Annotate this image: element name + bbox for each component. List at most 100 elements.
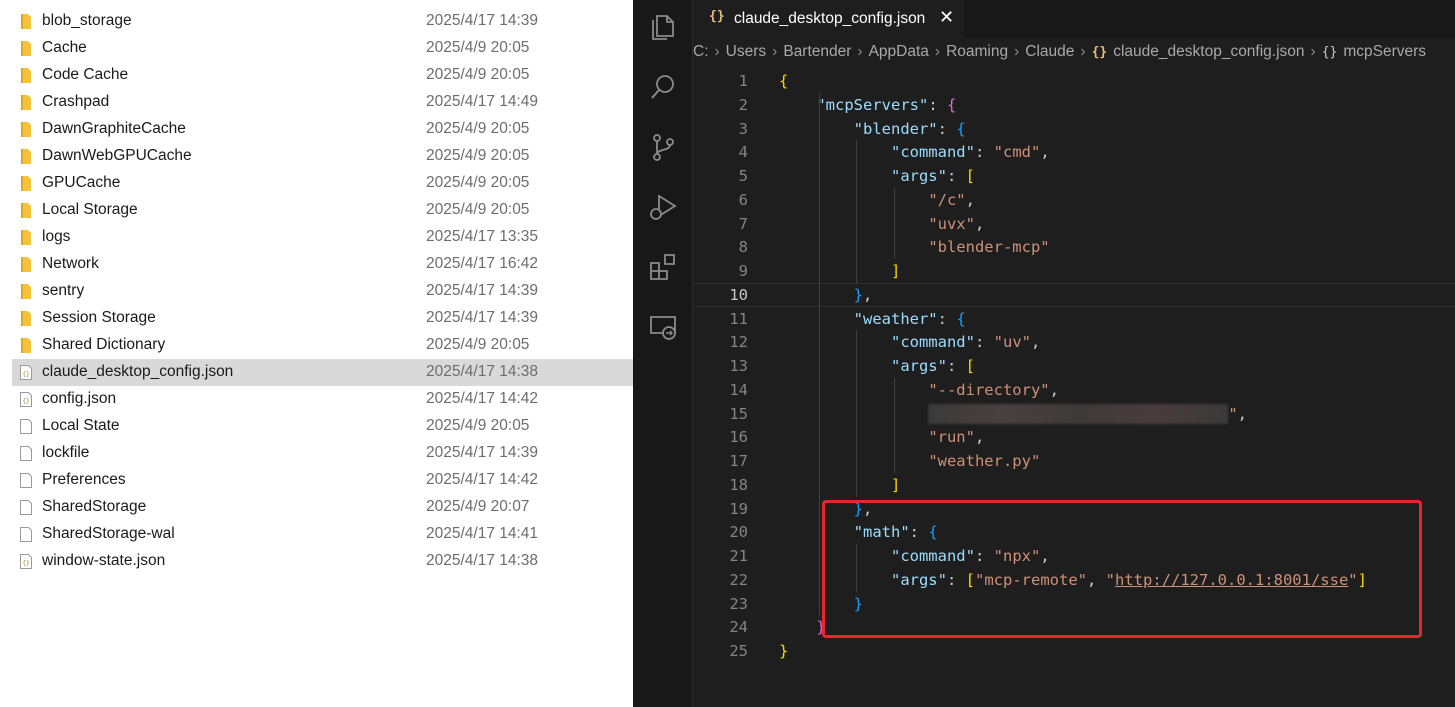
file-row[interactable]: {} claude_desktop_config.json 2025/4/17 14… <box>12 359 633 386</box>
file-icon <box>19 526 33 543</box>
breadcrumb-item[interactable]: Roaming <box>946 43 1008 61</box>
chevron-right-icon: › <box>1080 43 1086 60</box>
file-row[interactable]: Cache 2025/4/9 20:05 <box>12 35 633 62</box>
code-token: : <box>946 357 966 375</box>
file-row[interactable]: Shared Dictionary 2025/4/9 20:05 <box>12 332 633 359</box>
folder-icon <box>19 283 33 300</box>
code-line[interactable]: 6 "/c", <box>693 188 1455 212</box>
file-row[interactable]: sentry 2025/4/17 14:39 <box>12 278 633 305</box>
code-token: { <box>779 72 789 90</box>
file-date: 2025/4/17 14:38 <box>426 552 539 569</box>
code-text: } <box>779 615 825 639</box>
code-line[interactable]: 2 "mcpServers": { <box>693 93 1455 117</box>
chevron-right-icon: › <box>857 43 863 60</box>
json-file-icon: {} <box>19 364 33 381</box>
code-line[interactable]: 1{ <box>693 69 1455 93</box>
file-row[interactable]: Crashpad 2025/4/17 14:49 <box>12 89 633 116</box>
code-token: : <box>937 309 957 328</box>
file-row[interactable]: lockfile 2025/4/17 14:39 <box>12 440 633 467</box>
line-number: 25 <box>729 642 748 660</box>
breadcrumb-item[interactable]: C: <box>693 43 709 61</box>
code-token: "command" <box>890 333 975 352</box>
code-token: : <box>974 143 994 162</box>
file-row[interactable]: Local State 2025/4/9 20:05 <box>12 413 633 440</box>
close-icon[interactable]: ✕ <box>939 7 954 28</box>
code-text: "args": [ <box>779 164 975 188</box>
code-line[interactable]: 4 "command": "cmd", <box>693 140 1455 164</box>
file-row[interactable]: Local Storage 2025/4/9 20:05 <box>12 197 633 224</box>
code-token: "args" <box>890 167 947 185</box>
file-row[interactable]: SharedStorage 2025/4/9 20:07 <box>12 494 633 521</box>
file-row[interactable]: GPUCache 2025/4/9 20:05 <box>12 170 633 197</box>
line-number: 22 <box>729 570 748 589</box>
code-line[interactable]: 17 "weather.py" <box>693 449 1455 473</box>
breadcrumb-symbol[interactable]: mcpServers <box>1343 43 1426 61</box>
code-line[interactable]: 11 "weather": { <box>693 307 1455 331</box>
code-line[interactable]: 25} <box>693 639 1455 663</box>
tab-claude-desktop-config[interactable]: {} claude_desktop_config.json ✕ <box>693 0 964 38</box>
line-number: 6 <box>738 190 748 209</box>
code-token: , <box>1040 143 1050 162</box>
file-row[interactable]: Session Storage 2025/4/17 14:39 <box>12 305 633 332</box>
code-token: [ <box>965 167 975 185</box>
search-icon[interactable] <box>647 71 679 103</box>
file-row[interactable]: DawnWebGPUCache 2025/4/9 20:05 <box>12 143 633 170</box>
code-line[interactable]: 5 "args": [ <box>693 164 1455 188</box>
folder-icon <box>19 148 33 165</box>
file-row[interactable]: SharedStorage-wal 2025/4/17 14:41 <box>12 521 633 548</box>
code-line[interactable]: 18 ] <box>693 473 1455 497</box>
file-date: 2025/4/9 20:05 <box>426 147 530 164</box>
code-line[interactable]: 12 "command": "uv", <box>693 330 1455 354</box>
source-control-icon[interactable] <box>647 131 679 163</box>
extensions-icon[interactable] <box>647 251 679 283</box>
file-row[interactable]: blob_storage 2025/4/17 14:39 <box>12 8 633 35</box>
json-file-icon: {} <box>19 553 33 570</box>
code-line[interactable]: 15 ", <box>693 402 1455 426</box>
file-row[interactable]: Preferences 2025/4/17 14:42 <box>12 467 633 494</box>
code-token: "uvx" <box>928 214 975 233</box>
run-debug-icon[interactable] <box>647 191 679 223</box>
file-row[interactable]: Network 2025/4/17 16:42 <box>12 251 633 278</box>
folder-icon <box>19 94 33 111</box>
remote-explorer-icon[interactable] <box>647 311 679 343</box>
code-line[interactable]: 14 "--directory", <box>693 378 1455 402</box>
code-token: , <box>974 214 985 233</box>
code-line[interactable]: 9 ] <box>693 259 1455 283</box>
file-name: claude_desktop_config.json <box>42 363 234 380</box>
file-date: 2025/4/9 20:05 <box>426 66 530 83</box>
code-token: , <box>1030 333 1041 352</box>
breadcrumb-item[interactable]: AppData <box>869 43 929 61</box>
code-token: "uv" <box>993 333 1031 352</box>
code-line[interactable]: 7 "uvx", <box>693 212 1455 236</box>
file-date: 2025/4/17 14:39 <box>426 309 539 326</box>
code-token: { <box>956 119 966 138</box>
indent-guide <box>856 140 858 283</box>
folder-icon <box>19 40 33 57</box>
code-token: "weather.py" <box>928 452 1041 470</box>
indent-guide <box>818 92 820 616</box>
breadcrumb-file[interactable]: claude_desktop_config.json <box>1113 43 1304 61</box>
breadcrumb-item[interactable]: Claude <box>1025 43 1074 61</box>
file-name: Crashpad <box>42 93 110 110</box>
file-row[interactable]: logs 2025/4/17 13:35 <box>12 224 633 251</box>
file-row[interactable]: Code Cache 2025/4/9 20:05 <box>12 62 633 89</box>
code-line[interactable]: 10 }, <box>693 282 1455 307</box>
breadcrumb-item[interactable]: Users <box>726 43 766 61</box>
file-row[interactable]: {} window-state.json 2025/4/17 14:38 <box>12 548 633 575</box>
file-row[interactable]: DawnGraphiteCache 2025/4/9 20:05 <box>12 116 633 143</box>
file-date: 2025/4/17 14:49 <box>426 93 539 110</box>
code-line[interactable]: 3 "blender": { <box>693 117 1455 141</box>
breadcrumb-item[interactable]: Bartender <box>783 43 851 61</box>
file-row[interactable]: {} config.json 2025/4/17 14:42 <box>12 386 633 413</box>
code-line[interactable]: 16 "run", <box>693 425 1455 449</box>
explorer-icon[interactable] <box>647 11 679 43</box>
code-line[interactable]: 13 "args": [ <box>693 354 1455 378</box>
code-text: "args": [ <box>779 354 975 378</box>
code-token: : <box>974 333 994 352</box>
code-line[interactable]: 8 "blender-mcp" <box>693 235 1455 259</box>
